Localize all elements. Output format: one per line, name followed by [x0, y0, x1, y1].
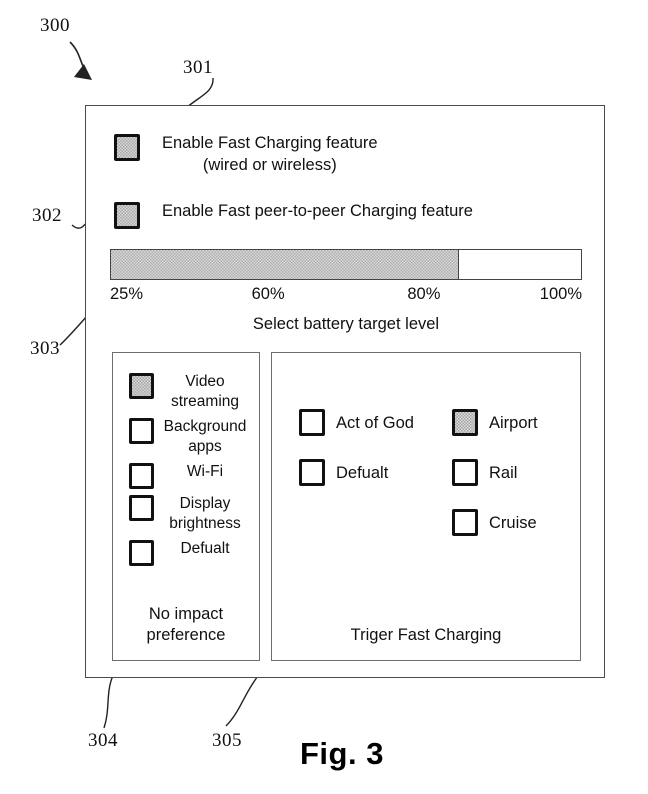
no-impact-option-row[interactable]: Background apps [129, 417, 247, 457]
peer-to-peer-charging-checkbox[interactable] [114, 202, 140, 229]
trigger-option-label: Act of God [336, 413, 414, 432]
trigger-option-row[interactable]: Rail [452, 459, 517, 486]
trigger-checkbox-3[interactable] [452, 459, 478, 486]
no-impact-option-label: Wi-Fi [186, 463, 224, 480]
battery-slider-track[interactable] [110, 249, 582, 280]
trigger-option-row[interactable]: Act of God [299, 409, 414, 436]
no-impact-checkbox-0[interactable] [129, 373, 154, 399]
ref-numeral-304: 304 [88, 730, 118, 751]
trigger-checkbox-0[interactable] [299, 409, 325, 436]
fast-charging-label: Enable Fast Charging feature (wired or w… [162, 134, 378, 174]
no-impact-option-row[interactable]: Video streaming [129, 372, 247, 412]
no-impact-checkbox-2[interactable] [129, 463, 154, 489]
ref-numeral-305: 305 [212, 730, 242, 751]
ref-numeral-302: 302 [32, 205, 62, 226]
battery-slider-tick-labels: 25% 60% 80% 100% [110, 285, 582, 309]
fast-charging-option-row[interactable]: Enable Fast Charging feature (wired or w… [114, 132, 378, 176]
no-impact-option-label: Display brightness [169, 495, 241, 532]
no-impact-checkbox-4[interactable] [129, 540, 154, 566]
battery-slider-caption: Select battery target level [252, 315, 440, 333]
trigger-option-row[interactable]: Defualt [299, 459, 388, 486]
ref-numeral-300: 300 [40, 15, 70, 36]
trigger-fast-charging-panel: Act of God Defualt Airport Rail Cruise Trige… [271, 352, 581, 661]
no-impact-option-list: Video streaming Background apps Wi-Fi Displ… [129, 372, 247, 571]
no-impact-panel-caption: No impact preference [146, 605, 226, 644]
no-impact-option-row[interactable]: Defualt [129, 539, 247, 566]
no-impact-option-row[interactable]: Wi-Fi [129, 462, 247, 489]
no-impact-preference-panel: Video streaming Background apps Wi-Fi Displ… [112, 352, 260, 661]
battery-target-slider[interactable]: 25% 60% 80% 100% Select battery target leve… [110, 249, 582, 334]
settings-screen-frame: Enable Fast Charging feature (wired or w… [85, 105, 605, 678]
patent-figure: 300 301 302 303 304 305 Enable Fast Char… [0, 0, 648, 794]
trigger-option-row[interactable]: Airport [452, 409, 538, 436]
no-impact-checkbox-3[interactable] [129, 495, 154, 521]
battery-slider-fill [111, 250, 459, 279]
peer-to-peer-charging-option-row[interactable]: Enable Fast peer-to-peer Charging featur… [114, 200, 473, 229]
no-impact-option-label: Background apps [163, 418, 247, 455]
no-impact-option-row[interactable]: Display brightness [129, 494, 247, 534]
trigger-checkbox-4[interactable] [452, 509, 478, 536]
trigger-option-row[interactable]: Cruise [452, 509, 537, 536]
figure-caption: Fig. 3 [300, 736, 384, 771]
trigger-option-label: Cruise [489, 513, 537, 532]
trigger-checkbox-2[interactable] [452, 409, 478, 436]
no-impact-option-label: Video streaming [170, 373, 240, 410]
trigger-checkbox-1[interactable] [299, 459, 325, 486]
trigger-option-label: Airport [489, 413, 538, 432]
no-impact-option-label: Defualt [180, 540, 230, 557]
peer-to-peer-charging-label: Enable Fast peer-to-peer Charging featur… [162, 202, 473, 220]
battery-tick-100pct: 100% [539, 285, 582, 303]
trigger-option-label: Rail [489, 463, 518, 482]
no-impact-checkbox-1[interactable] [129, 418, 154, 444]
ref-numeral-303: 303 [30, 338, 60, 359]
battery-tick-25pct: 25% [110, 285, 144, 303]
battery-tick-60pct: 60% [251, 285, 285, 303]
fast-charging-checkbox[interactable] [114, 134, 140, 161]
trigger-option-label: Defualt [336, 463, 389, 482]
trigger-panel-caption: Triger Fast Charging [350, 626, 502, 644]
ref-numeral-301: 301 [183, 57, 213, 78]
battery-tick-80pct: 80% [407, 285, 441, 303]
